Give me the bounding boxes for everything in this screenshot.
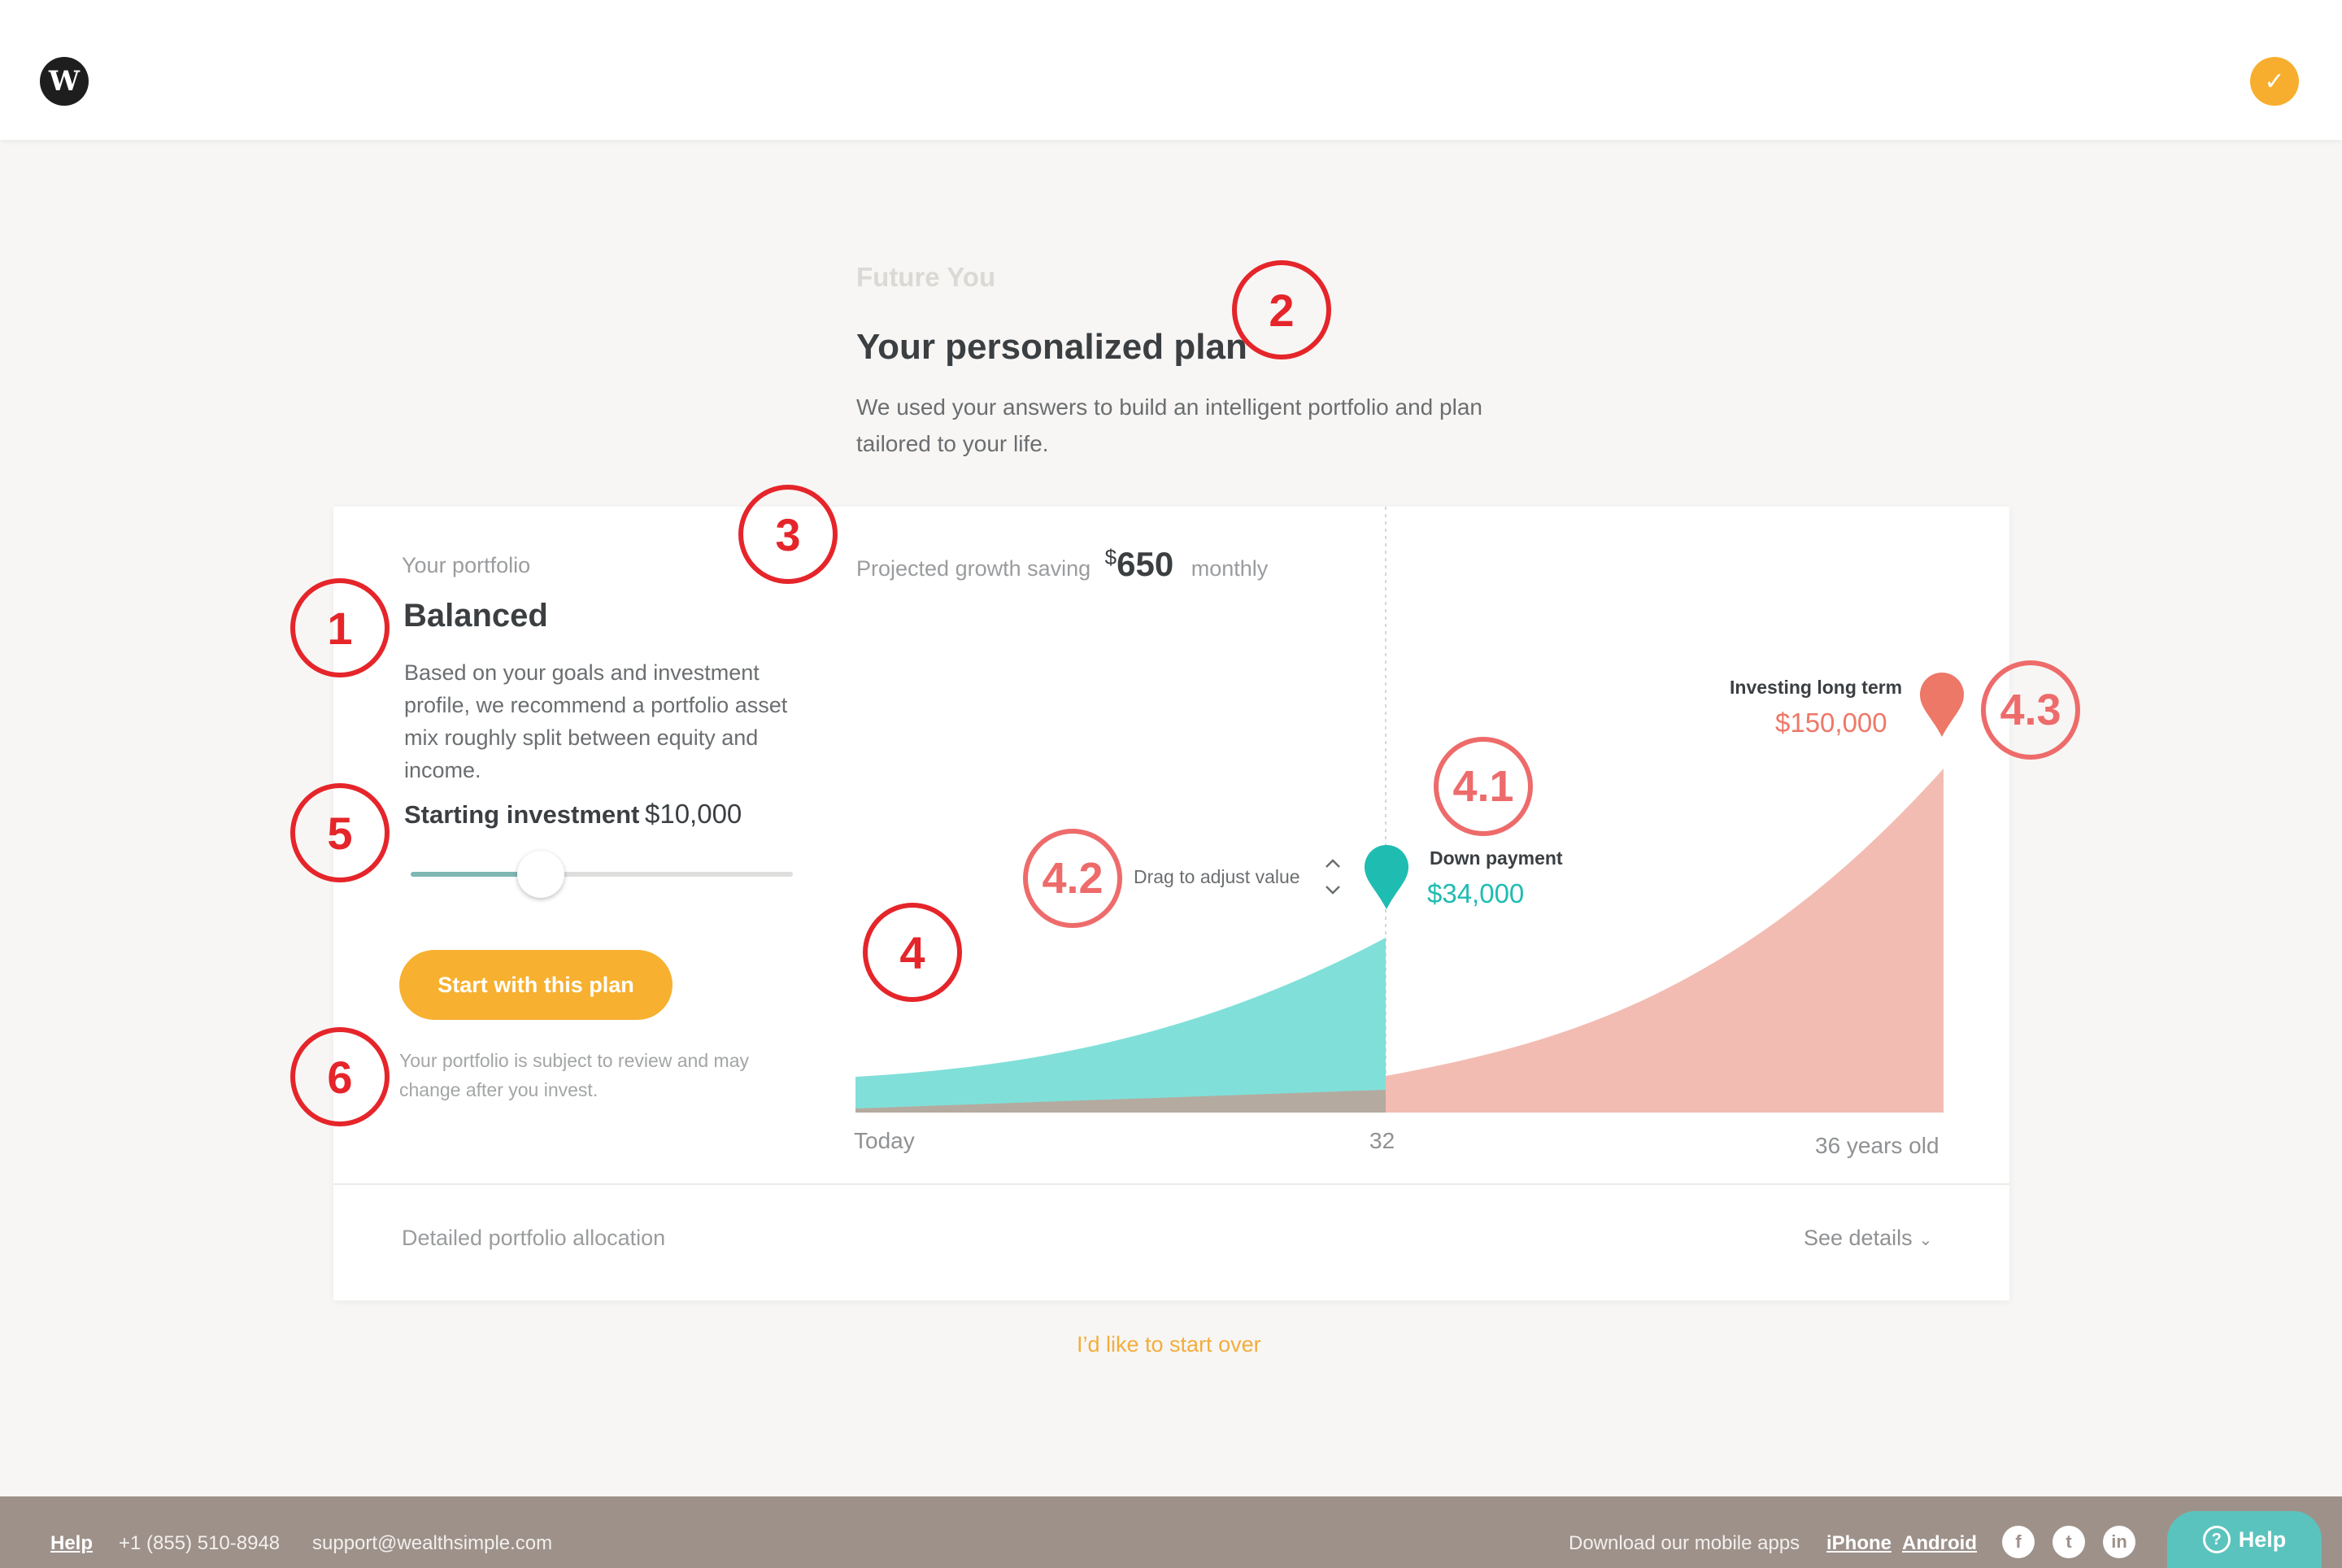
see-details-label: See details [1804,1226,1913,1250]
footer-email[interactable]: support@wealthsimple.com [312,1532,552,1555]
twitter-icon[interactable]: t [2053,1526,2085,1558]
footer-iphone-link[interactable]: iPhone [1826,1532,1891,1555]
annotation-4-3: 4.3 [1981,660,2080,760]
check-icon[interactable]: ✓ [2250,57,2299,106]
annotation-3: 3 [738,485,838,584]
down-payment-value: $34,000 [1427,878,1525,908]
portfolio-name: Balanced [403,598,548,634]
footer-help-link[interactable]: Help [50,1532,93,1555]
x-axis-end-label: 36 years old [1815,1133,1939,1158]
long-term-pin-icon[interactable] [1920,673,1964,737]
portfolio-description: Based on your goals and investment profi… [404,660,788,782]
start-plan-button[interactable]: Start with this plan [399,950,673,1020]
help-button[interactable]: ? Help [2167,1511,2322,1568]
intro-text: We used your answers to build an intelli… [856,394,1482,456]
down-payment-label: Down payment [1430,847,1563,869]
annotation-4-2: 4.2 [1023,829,1122,928]
footer-download-text: Download our mobile apps [1569,1532,1800,1554]
starting-investment-label: Starting investment [404,800,640,829]
footer-phone[interactable]: +1 (855) 510-8948 [119,1532,280,1555]
starting-investment-value: $10,000 [645,799,742,829]
help-button-label: Help [2238,1527,2287,1552]
investment-slider-handle[interactable] [516,851,564,898]
footer-android-link[interactable]: Android [1902,1532,1977,1555]
start-over-link[interactable]: I’d like to start over [1077,1332,1261,1357]
page-title: Your personalized plan [856,327,1247,367]
linkedin-icon[interactable]: in [2103,1526,2135,1558]
annotation-4: 4 [863,903,962,1002]
allocation-label: Detailed portfolio allocation [402,1226,666,1250]
long-term-goal-value: $150,000 [1775,708,1887,738]
x-axis-mid-label: 32 [1369,1128,1395,1153]
down-payment-pin-icon[interactable] [1365,845,1408,909]
annotation-1: 1 [290,578,390,677]
growth-chart [855,507,1964,1113]
drag-arrows-icon[interactable] [1321,854,1344,899]
x-axis-start-label: Today [854,1128,915,1153]
eyebrow-text: Future You [856,262,996,292]
annotation-5: 5 [290,783,390,882]
long-term-goal-label: Investing long term [1730,677,1903,698]
portfolio-disclaimer: Your portfolio is subject to review and … [399,1050,749,1100]
top-bar [0,0,2342,140]
chevron-down-icon: ⌄ [1918,1231,1933,1249]
question-icon: ? [2202,1526,2231,1553]
portfolio-label: Your portfolio [402,553,531,577]
wealthsimple-logo[interactable]: W [40,57,89,106]
annotation-4-1: 4.1 [1434,737,1533,836]
card-divider [333,1183,2009,1185]
see-details-link[interactable]: See details ⌄ [1804,1226,1932,1251]
facebook-icon[interactable]: f [2002,1526,2035,1558]
annotation-6: 6 [290,1027,390,1126]
annotation-2: 2 [1232,260,1331,359]
drag-hint: Drag to adjust value [1134,866,1300,887]
